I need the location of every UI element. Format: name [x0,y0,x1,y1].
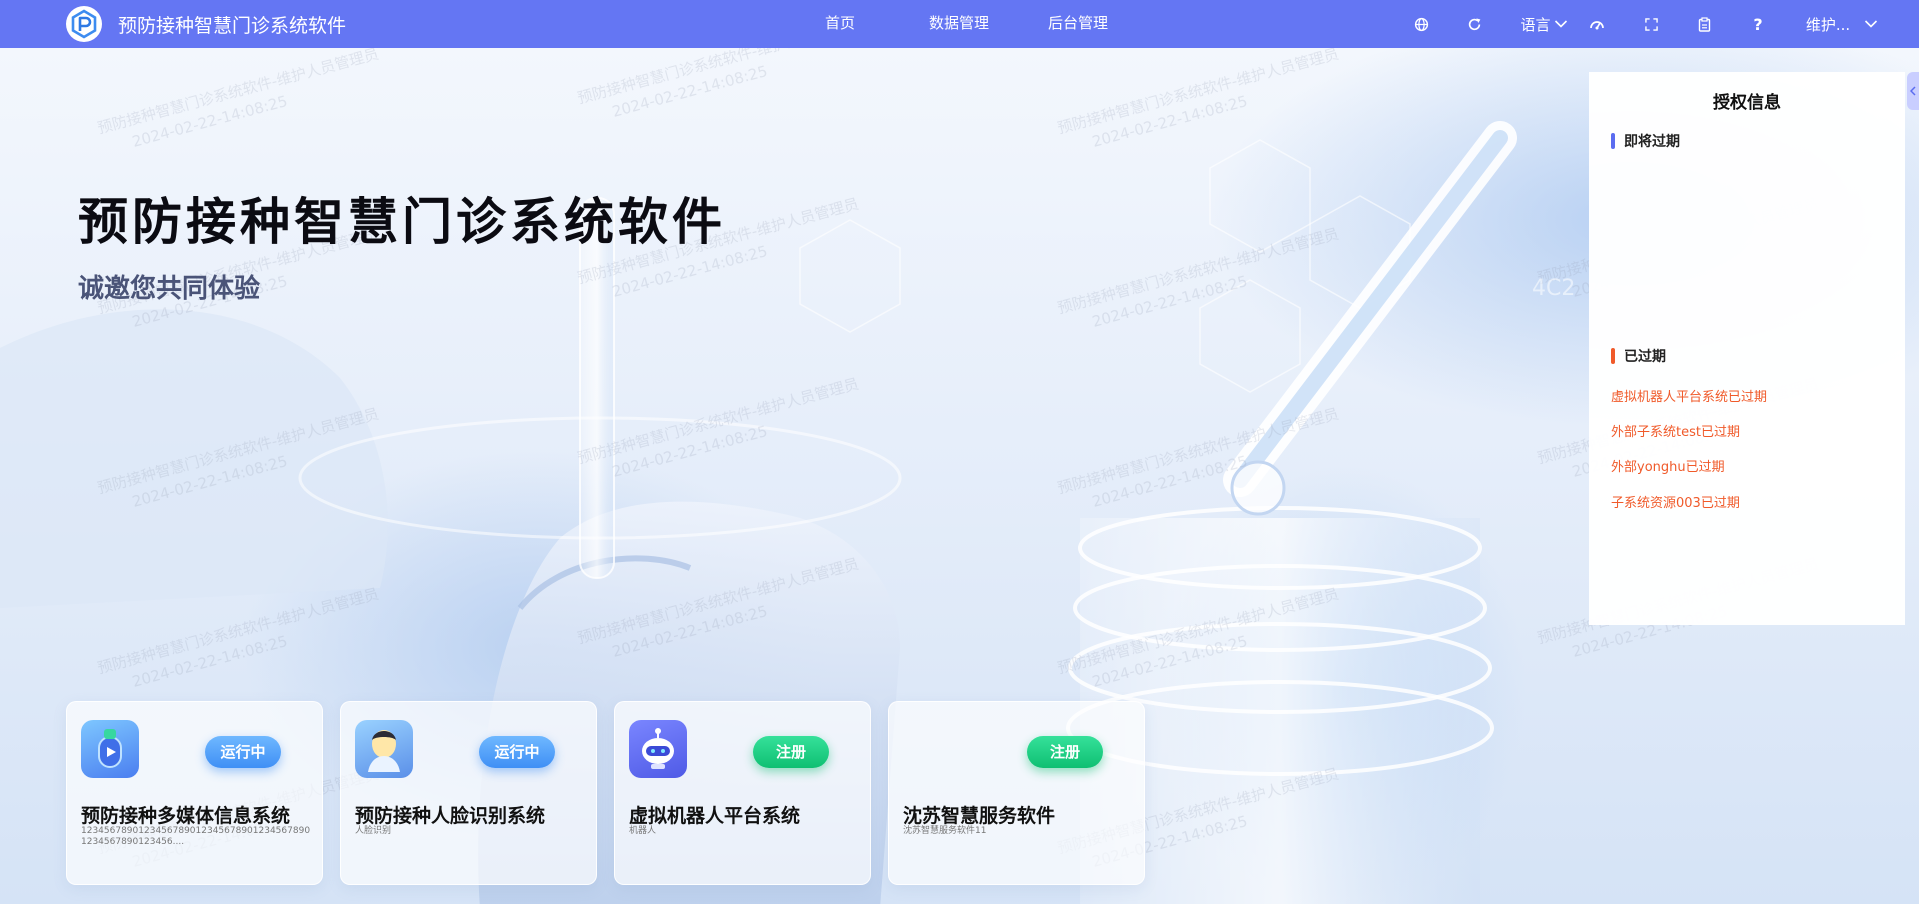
system-card-media[interactable]: 运行中 预防接种多媒体信息系统 123456789012345678901234… [66,701,323,885]
hero-title: 预防接种智慧门诊系统软件 [78,193,726,251]
card-title: 预防接种人脸识别系统 [355,805,546,827]
expired-label: 已过期 [1624,349,1666,365]
status-badge: 运行中 [205,736,281,768]
globe-icon[interactable] [1410,0,1432,48]
system-card-face[interactable]: 运行中 预防接种人脸识别系统 人脸识别 [340,701,597,885]
expiring-accent-bar [1611,133,1615,149]
chevron-left-icon [1910,86,1916,96]
top-navbar: 预防接种智慧门诊系统软件 首页 数据管理 后台管理 语言 ? 维护... [0,0,1919,48]
language-label: 语言 [1520,15,1551,34]
brand[interactable]: 预防接种智慧门诊系统软件 [66,6,346,42]
expired-accent-bar [1611,348,1615,364]
nav-admin[interactable]: 后台管理 [1048,0,1108,48]
status-badge: 注册 [1027,736,1103,768]
card-description: 沈苏智慧服务软件11 [903,826,987,836]
clipboard-icon[interactable] [1693,0,1715,48]
chevron-down-icon [1554,20,1567,28]
expiring-section-header: 即将过期 [1611,132,1680,150]
card-description: 人脸识别 [355,826,392,836]
refresh-icon[interactable] [1463,0,1485,48]
panel-collapse-tab[interactable] [1907,72,1919,110]
expired-item[interactable]: 子系统资源003已过期 [1611,492,1740,511]
card-title: 沈苏智慧服务软件 [903,805,1056,827]
robot-icon [629,720,687,778]
fullscreen-icon[interactable] [1640,0,1662,48]
app-title: 预防接种智慧门诊系统软件 [118,14,347,37]
user-menu[interactable]: 维护... [1804,0,1880,48]
expired-item[interactable]: 虚拟机器人平台系统已过期 [1611,386,1767,405]
face-recognition-icon [355,720,413,778]
hero-subtitle: 诚邀您共同体验 [78,274,261,304]
user-name: 维护... [1805,15,1851,34]
status-badge: 运行中 [479,736,555,768]
card-description: 1234567890123456789012345678901234567890… [81,826,311,847]
license-info-panel: 授权信息 即将过期 已过期 虚拟机器人平台系统已过期 外部子系统test已过期 … [1589,72,1905,625]
palette-icon[interactable] [1586,0,1608,48]
chevron-down-icon [1865,20,1878,28]
system-card-service[interactable]: 注册 沈苏智慧服务软件 沈苏智慧服务软件11 [888,701,1145,885]
help-icon[interactable]: ? [1747,0,1769,48]
media-player-icon [81,720,139,778]
system-card-robot[interactable]: 注册 虚拟机器人平台系统 机器人 [614,701,871,885]
expiring-label: 即将过期 [1624,134,1680,150]
nav-data-management[interactable]: 数据管理 [929,0,989,48]
expired-section-header: 已过期 [1611,347,1666,365]
expired-item[interactable]: 外部子系统test已过期 [1611,421,1740,440]
card-title: 预防接种多媒体信息系统 [81,805,291,827]
nav-home[interactable]: 首页 [825,0,855,48]
card-description: 机器人 [629,826,657,836]
faint-label: 4C2 [1532,276,1576,301]
status-badge: 注册 [753,736,829,768]
app-logo-icon [66,6,102,42]
card-title: 虚拟机器人平台系统 [629,805,801,827]
expired-item[interactable]: 外部yonghu已过期 [1611,456,1725,475]
language-dropdown[interactable]: 语言 [1518,0,1570,48]
license-title: 授权信息 [1713,93,1781,113]
